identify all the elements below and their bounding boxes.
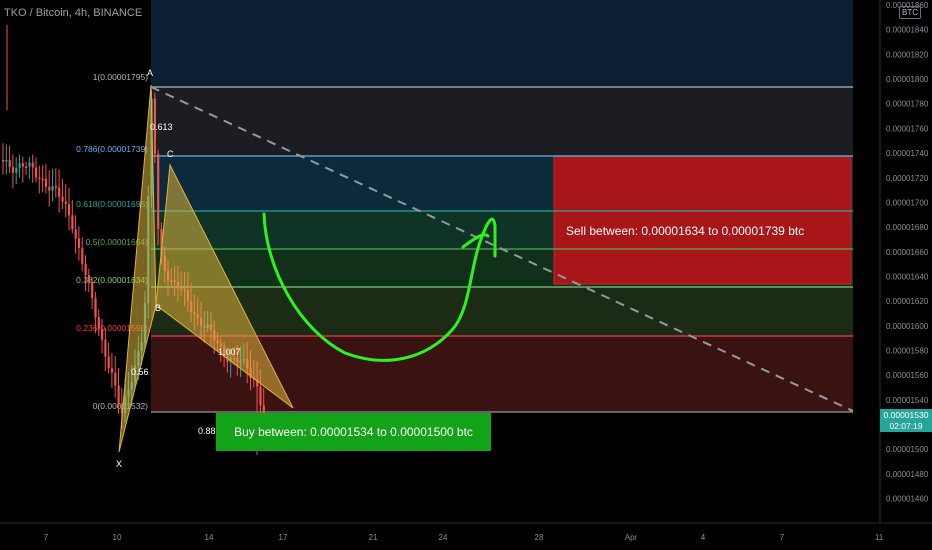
candle-body (31, 162, 34, 168)
time-tick-label: 7 (780, 533, 785, 542)
candle-body (48, 186, 51, 191)
bar-countdown: 02:07:19 (889, 421, 923, 431)
candle-body (74, 229, 77, 239)
price-tick-label: 0.00001620 (886, 297, 929, 306)
sell-range-label: Sell between: 0.00001634 to 0.00001739 b… (566, 224, 805, 238)
price-tick-label: 0.00001540 (886, 396, 929, 405)
fib-band-1-0.786 (151, 87, 853, 156)
last-price-tag: 0.00001530 02:07:19 (880, 409, 932, 432)
chart-root: { "header": { "symbol": "TKO / Bitcoin, … (0, 0, 932, 550)
candle-body (8, 160, 11, 167)
candle-body (110, 368, 114, 373)
time-tick-label: 28 (535, 533, 544, 542)
ratio-label-ab: 0.613 (150, 122, 173, 132)
candle-body (58, 187, 61, 197)
price-tick-label: 0.00001840 (886, 26, 929, 35)
fib-label-1: 1(0.00001795) (93, 72, 148, 82)
candle-body (41, 178, 44, 181)
time-tick-label: 4 (701, 533, 706, 542)
price-tick-label: 0.00001780 (886, 100, 929, 109)
candle-body (38, 177, 41, 179)
pattern-triangle-xab (118, 84, 157, 453)
time-tick-label: 17 (279, 533, 288, 542)
candle-body (157, 154, 160, 230)
price-tick-label: 0.00001460 (886, 495, 929, 504)
price-tick-label: 0.00001740 (886, 149, 929, 158)
candle-body (97, 317, 100, 330)
candle-body (18, 163, 21, 168)
point-label-b: B (155, 303, 161, 313)
price-tick-label: 0.00001500 (886, 445, 929, 454)
top-band (151, 0, 853, 87)
point-label-a: A (147, 68, 153, 78)
price-tick-label: 0.00001720 (886, 174, 929, 183)
candle-body (81, 247, 84, 264)
candle-body (28, 162, 31, 167)
candle-body (114, 372, 117, 386)
candle-body (94, 298, 97, 318)
ratio-label-bc: 1.007 (218, 347, 241, 357)
fib-band-0.382-0.236 (151, 287, 853, 336)
fib-label-0.786: 0.786(0.00001739) (76, 144, 148, 154)
price-tick-label: 0.00001580 (886, 347, 929, 356)
symbol-title: TKO / Bitcoin, 4h, BINANCE (4, 7, 143, 19)
price-tick-label: 0.00001800 (886, 75, 929, 84)
buy-range-label: Buy between: 0.00001534 to 0.00001500 bt… (234, 425, 473, 439)
price-tick-label: 0.00001660 (886, 248, 929, 257)
candle-body (5, 160, 8, 162)
candle-body (54, 186, 57, 188)
candle-body (68, 204, 71, 216)
candle-body (25, 166, 28, 169)
sell-zone-box (553, 155, 852, 285)
price-tick-label: 0.00001640 (886, 272, 929, 281)
candle-body (11, 166, 15, 173)
candle-body (91, 282, 94, 299)
candle-body (51, 186, 54, 191)
currency-badge[interactable]: BTC (899, 6, 921, 19)
price-tick-label: 0.00001600 (886, 322, 929, 331)
fib-label-0.618: 0.618(0.00001695) (76, 199, 148, 209)
buy-range-box: Buy between: 0.00001534 to 0.00001500 bt… (216, 413, 491, 451)
point-label-c: C (167, 149, 174, 159)
fib-label-0: 0(0.00001532) (93, 401, 148, 411)
time-tick-label: 7 (44, 533, 49, 542)
price-tick-label: 0.00001820 (886, 50, 929, 59)
candle-body (77, 238, 81, 248)
candle-body (15, 167, 18, 173)
time-tick-label: 11 (875, 533, 884, 542)
time-tick-label: Apr (625, 533, 638, 542)
candle-body (71, 215, 74, 230)
price-tick-label: 0.00001700 (886, 198, 929, 207)
price-tick-label: 0.00001680 (886, 223, 929, 232)
time-tick-label: 10 (113, 533, 122, 542)
price-tick-label: 0.00001480 (886, 470, 929, 479)
price-tick-label: 0.00001760 (886, 124, 929, 133)
candle-body (44, 178, 48, 187)
candle-body (61, 196, 64, 202)
candle-body (2, 160, 5, 162)
time-tick-label: 24 (439, 533, 448, 542)
candle-body (107, 356, 110, 369)
time-axis-ticks: 7 10 14 17 21 24 28 Apr 4 7 11 (44, 533, 884, 542)
ratio-label-xb: 0.56 (131, 367, 149, 377)
time-tick-label: 21 (369, 533, 378, 542)
candle-body (21, 163, 24, 167)
point-label-x: X (116, 459, 122, 469)
price-tick-label: 0.00001560 (886, 371, 929, 380)
candle-body (101, 329, 104, 340)
last-price-value: 0.00001530 (883, 410, 929, 420)
candle-body (84, 263, 87, 276)
price-chart[interactable]: 1(0.00001795) 0.786(0.00001739) 0.618(0.… (0, 0, 932, 550)
candle-body (104, 339, 107, 357)
candle-body (35, 167, 38, 178)
candle-body (64, 201, 67, 205)
candle-body (117, 385, 120, 406)
candle-body (259, 386, 262, 406)
time-tick-label: 14 (205, 533, 214, 542)
candle-body (87, 275, 90, 283)
